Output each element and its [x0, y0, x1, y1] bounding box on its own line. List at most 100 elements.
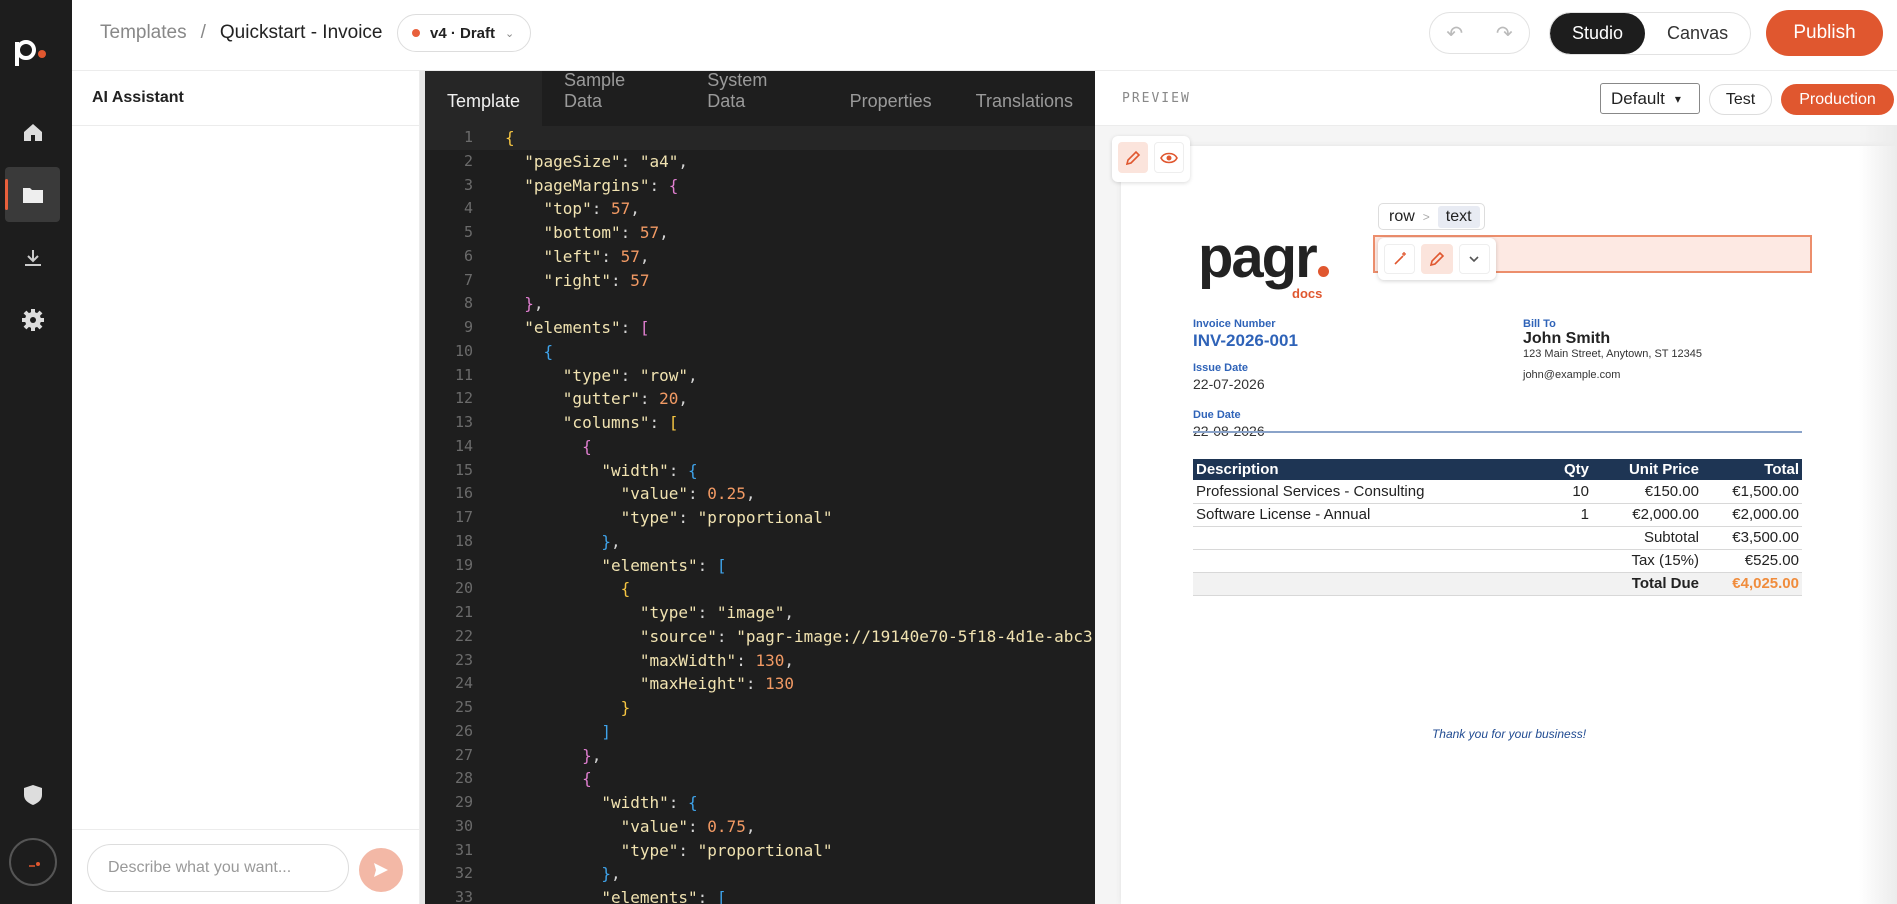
version-dropdown[interactable]: v4 · Draft ⌄: [397, 14, 532, 52]
theme-select[interactable]: Default ▾: [1600, 83, 1700, 114]
code-line: 22 "source": "pagr-image://19140e70-5f18…: [425, 625, 1095, 649]
code-text: "elements": [: [601, 888, 727, 904]
tab-system-data[interactable]: System Data: [685, 71, 827, 126]
code-text: ]: [601, 721, 611, 741]
selection-crumb-separator: >: [1422, 209, 1430, 224]
code-line: 27 },: [425, 744, 1095, 768]
chevron-down-icon[interactable]: [1458, 244, 1490, 274]
canvas-edge-shadow: [1859, 126, 1897, 904]
subtotal-value: €3,500.00: [1702, 526, 1802, 550]
code-text: },: [601, 864, 621, 884]
line-number: 7: [463, 270, 473, 289]
due-date-label: Due Date: [1193, 409, 1241, 421]
code-line: 28 {: [425, 767, 1095, 791]
line-number: 13: [454, 413, 473, 431]
tab-translations[interactable]: Translations: [954, 71, 1095, 126]
line-number: 15: [454, 460, 473, 479]
undo-icon[interactable]: ↶: [1446, 21, 1463, 46]
top-bar: Templates / Quickstart - Invoice v4 · Dr…: [72, 0, 1897, 71]
table-cell: €150.00: [1592, 480, 1702, 504]
selection-crumb-text[interactable]: text: [1437, 205, 1480, 228]
version-label: v4 · Draft: [430, 24, 496, 42]
subtotal-row: Subtotal €3,500.00: [1193, 526, 1802, 550]
line-number: 25: [454, 698, 473, 716]
edit-pencil-icon[interactable]: [1421, 244, 1453, 274]
table-cell: €1,500.00: [1702, 480, 1802, 504]
code-editor[interactable]: 1{2 "pageSize": "a4", 3 "pageMargins": {4…: [425, 126, 1095, 904]
code-line: 24 "maxHeight": 130: [425, 672, 1095, 696]
shield-icon[interactable]: [5, 767, 60, 822]
line-number: 28: [454, 769, 473, 788]
code-text: "gutter": 20,: [562, 389, 689, 409]
code-text: "columns": [: [562, 413, 679, 432]
draft-status-dot: [412, 29, 420, 37]
tab-properties[interactable]: Properties: [828, 71, 954, 126]
line-number: 9: [463, 318, 473, 336]
production-env-button[interactable]: Production: [1781, 84, 1894, 115]
table-row: Software License - Annual 1 €2,000.00 €2…: [1193, 503, 1802, 527]
line-number: 5: [463, 223, 473, 241]
tab-template[interactable]: Template: [425, 71, 543, 126]
home-icon[interactable]: [5, 104, 60, 159]
line-number: 11: [454, 365, 473, 384]
code-text: {: [582, 436, 592, 456]
code-text: "type": "proportional": [620, 508, 833, 527]
pagr-docs-logo: pagr docs: [1198, 229, 1329, 301]
table-cell: €2,000.00: [1702, 503, 1802, 527]
download-icon[interactable]: [5, 230, 60, 285]
tax-row: Tax (15%) €525.00: [1193, 549, 1802, 573]
user-avatar[interactable]: [9, 838, 57, 886]
divider: [1193, 431, 1802, 433]
mode-switch: Studio Canvas: [1549, 12, 1752, 55]
ai-prompt-area: Describe what you want...: [72, 829, 420, 904]
code-text: "maxWidth": 130,: [639, 650, 794, 670]
invoice-number-label: Invoice Number: [1193, 318, 1276, 330]
code-text: "pageSize": "a4",: [524, 151, 689, 171]
preview-panel: PREVIEW Default ▾ Test Production pagr d…: [1095, 71, 1897, 904]
brand-sub: docs: [1292, 286, 1323, 301]
line-number: 31: [454, 840, 473, 859]
send-icon[interactable]: [359, 848, 403, 892]
code-text: "maxHeight": 130: [639, 674, 794, 694]
code-text: "pageMargins": {: [524, 175, 679, 195]
editor-tabs: Template Sample Data System Data Properties…: [425, 71, 1095, 126]
code-line: 21 "type": "image",: [425, 601, 1095, 625]
code-line: 11 "type": "row",: [425, 364, 1095, 388]
line-number: 27: [454, 745, 473, 764]
line-number: 23: [454, 650, 473, 669]
code-text: "value": 0.75,: [620, 816, 756, 836]
code-text: },: [601, 531, 621, 551]
breadcrumb-templates-link[interactable]: Templates: [100, 22, 187, 44]
preview-header: PREVIEW Default ▾ Test Production: [1095, 71, 1897, 126]
code-text: "type": "row",: [562, 365, 698, 385]
edit-pencil-icon[interactable]: [1118, 142, 1148, 173]
code-line: 19 "elements": [: [425, 554, 1095, 578]
folder-icon[interactable]: [5, 167, 60, 222]
issue-date: 22-07-2026: [1193, 376, 1265, 392]
redo-icon[interactable]: ↷: [1496, 21, 1513, 46]
canvas-mode-button[interactable]: Canvas: [1645, 13, 1750, 54]
publish-button[interactable]: Publish: [1766, 10, 1883, 56]
settings-gear-icon[interactable]: [5, 292, 60, 347]
line-number: 16: [454, 484, 473, 503]
test-env-button[interactable]: Test: [1709, 84, 1772, 115]
ai-magic-wand-icon[interactable]: [1384, 244, 1416, 274]
app-logo-icon[interactable]: [14, 34, 48, 68]
tab-sample-data[interactable]: Sample Data: [542, 71, 685, 126]
column-header: Description: [1193, 459, 1532, 480]
tax-value: €525.00: [1702, 549, 1802, 573]
eye-icon[interactable]: [1153, 142, 1184, 173]
bill-to-label: Bill To: [1523, 318, 1556, 330]
code-text: "width": {: [601, 793, 698, 812]
studio-mode-button[interactable]: Studio: [1550, 13, 1646, 54]
code-line: 29 "width": {: [425, 791, 1095, 815]
preview-label: PREVIEW: [1122, 91, 1191, 106]
code-line: 17 "type": "proportional": [425, 506, 1095, 530]
preview-toolbar: [1112, 136, 1190, 182]
selection-toolbar: [1378, 238, 1496, 280]
code-line: 5 "bottom": 57,: [425, 221, 1095, 245]
invoice-number: INV-2026-001: [1193, 331, 1298, 350]
ai-prompt-input[interactable]: Describe what you want...: [87, 844, 349, 892]
selection-crumb-row[interactable]: row: [1389, 208, 1415, 226]
line-number: 8: [463, 294, 473, 313]
